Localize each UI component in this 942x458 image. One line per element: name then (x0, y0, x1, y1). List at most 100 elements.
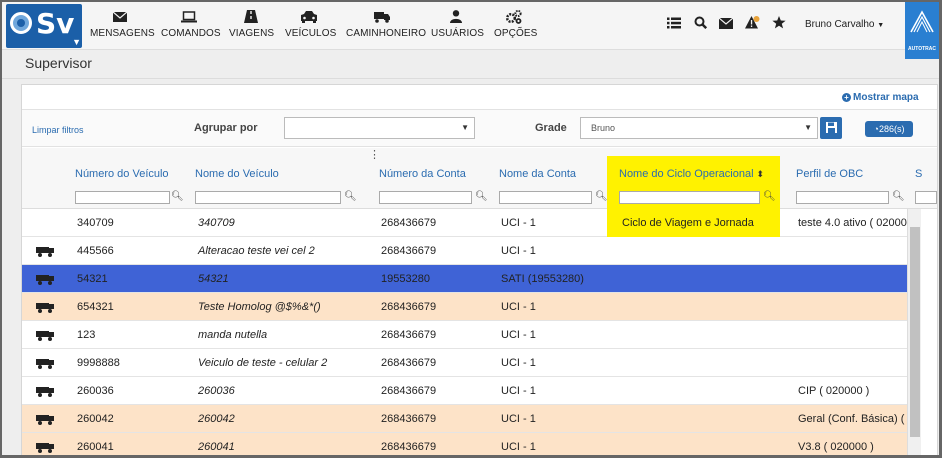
cell-numero: 9998888 (77, 357, 120, 369)
col-header-perfil-obc[interactable]: Perfil de OBC (796, 168, 863, 180)
cell-nome-conta: UCI - 1 (501, 301, 536, 313)
cell-numero: 340709 (77, 217, 114, 229)
cell-nome-conta: UCI - 1 (501, 245, 536, 257)
table-row[interactable]: 260042 260042 268436679 UCI - 1 Geral (Conf.… (22, 405, 907, 433)
nav-mensagens[interactable]: MENSAGENS (90, 10, 155, 39)
table-row[interactable]: 260041 260041 268436679 UCI - 1 V3.8 ( 02000… (22, 433, 907, 455)
search-icon[interactable]: 🔍︎ (344, 191, 357, 202)
envelope-icon[interactable] (718, 16, 734, 32)
filter-input-perfil-obc[interactable] (796, 191, 889, 204)
user-menu[interactable]: Bruno Carvalho ▼ (805, 19, 884, 30)
truck-icon (36, 303, 54, 313)
col-header-numero-veiculo[interactable]: Número do Veículo (75, 168, 169, 180)
search-icon[interactable]: 🔍︎ (595, 191, 608, 202)
filter-input-s[interactable] (915, 191, 937, 204)
vertical-scrollbar[interactable] (907, 209, 921, 455)
cell-nome-conta: UCI - 1 (501, 217, 536, 229)
cell-nome: Alteracao teste vei cel 2 (198, 245, 315, 257)
save-icon (825, 122, 837, 133)
col-header-ciclo-operacional[interactable]: Nome do Ciclo Operacional ⬍ (619, 168, 764, 180)
scrollbar-thumb[interactable] (910, 227, 920, 437)
app-logo[interactable]: Sv ▼ (6, 4, 82, 48)
list-icon[interactable] (667, 16, 681, 32)
cell-numero: 445566 (77, 245, 114, 257)
show-map-link[interactable]: + Mostrar mapa (842, 92, 919, 103)
nav-opcoes[interactable]: OPÇÕES (494, 9, 537, 39)
cell-conta: 268436679 (381, 301, 437, 313)
cell-nome: Veiculo de teste - celular 2 (198, 357, 328, 369)
filter-input-nome-conta[interactable] (499, 191, 592, 204)
nav-label: USUÁRIOS (431, 28, 485, 39)
autotrac-brand-text: AUTOTRAC (908, 46, 936, 52)
autotrac-logo: AUTOTRAC (905, 2, 939, 59)
cell-perfil: Geral (Conf. Básica) ( (798, 413, 905, 425)
show-map-label: Mostrar mapa (853, 92, 919, 103)
cell-numero: 654321 (77, 301, 114, 313)
nav-veiculos[interactable]: VEÍCULOS (285, 10, 336, 39)
search-icon[interactable]: 🔍︎ (763, 191, 776, 202)
cell-conta: 19553280 (381, 273, 430, 285)
save-grid-button[interactable] (820, 117, 842, 139)
sort-icon[interactable]: ⬍ (757, 169, 765, 179)
star-icon[interactable] (772, 16, 786, 32)
cell-nome-conta: UCI - 1 (501, 441, 536, 453)
col-header-nome-conta[interactable]: Nome da Conta (499, 168, 576, 180)
table-row[interactable]: 9998888 Veiculo de teste - celular 2 26843… (22, 349, 907, 377)
search-icon[interactable]: 🔍︎ (475, 191, 488, 202)
table-row[interactable]: 445566 Alteracao teste vei cel 2 268436679… (22, 237, 907, 265)
clear-filters-link[interactable]: Limpar filtros (32, 125, 84, 135)
cell-nome-conta: UCI - 1 (501, 385, 536, 397)
table-row[interactable]: 123 manda nutella 268436679 UCI - 1 (22, 321, 907, 349)
cell-conta: 268436679 (381, 245, 437, 257)
nav-usuarios[interactable]: USUÁRIOS (431, 10, 485, 39)
col-header-numero-conta[interactable]: Número da Conta (379, 168, 466, 180)
cell-perfil: V3.8 ( 020000 ) (798, 441, 874, 453)
col-header-nome-veiculo[interactable]: Nome do Veículo (195, 168, 279, 180)
plus-circle-icon: + (842, 93, 851, 102)
nav-comandos[interactable]: COMANDOS (161, 10, 221, 39)
cell-ciclo: Ciclo de Viagem e Jornada (622, 217, 754, 229)
filter-input-numero-veiculo[interactable] (75, 191, 170, 204)
filter-input-ciclo-operacional[interactable] (619, 191, 760, 204)
table-row[interactable]: 340709 340709 268436679 UCI - 1 Ciclo de Via… (22, 209, 907, 237)
filter-input-nome-veiculo[interactable] (195, 191, 341, 204)
grid-label: Grade (535, 122, 567, 134)
table-row[interactable]: 54321 54321 19553280 SATI (19553280) (22, 265, 907, 293)
table-row[interactable]: 654321 Teste Homolog @$%&*() 268436679 UCI … (22, 293, 907, 321)
user-name: Bruno Carvalho (805, 19, 875, 30)
user-icon (431, 10, 481, 26)
column-resize-handle[interactable]: ⋮ (369, 148, 380, 161)
filter-bar: Limpar filtros Agrupar por ▼ Grade Bruno… (22, 109, 937, 147)
search-icon[interactable] (694, 16, 708, 32)
group-by-select[interactable]: ▼ (284, 117, 475, 139)
cell-conta: 268436679 (381, 357, 437, 369)
cell-nome: 260041 (198, 441, 235, 453)
nav-caminhoneiro[interactable]: CAMINHONEIRO (346, 10, 426, 39)
search-icon[interactable]: 🔍︎ (171, 191, 184, 202)
grid-header: ⋮ Número do Veículo Nome do Veículo Núme… (22, 148, 937, 209)
cell-numero: 260041 (77, 441, 114, 453)
truck-icon (346, 10, 418, 26)
cell-nome-conta: UCI - 1 (501, 413, 536, 425)
table-row[interactable]: 260036 260036 268436679 UCI - 1 CIP ( 020000… (22, 377, 907, 405)
cell-numero: 260042 (77, 413, 114, 425)
warning-icon[interactable] (745, 16, 760, 32)
cell-nome: 54321 (198, 273, 229, 285)
group-by-label: Agrupar por (194, 122, 258, 134)
filter-input-numero-conta[interactable] (379, 191, 472, 204)
truck-icon (36, 359, 54, 369)
grid-select[interactable]: Bruno ▼ (580, 117, 818, 139)
car-icon (285, 10, 333, 26)
cell-numero: 123 (77, 329, 96, 341)
nav-viagens[interactable]: VIAGENS (229, 10, 274, 39)
cell-nome: 340709 (198, 217, 235, 229)
nav-label: COMANDOS (161, 28, 221, 39)
eye-logo-icon (10, 12, 32, 34)
app-window: Sv ▼ MENSAGENS COMANDOS VIAGENS VEÍCULOS… (0, 0, 942, 458)
col-header-s[interactable]: S (915, 168, 922, 180)
search-icon[interactable]: 🔍︎ (892, 191, 905, 202)
chevron-down-icon: ▼ (461, 123, 469, 132)
cell-conta: 268436679 (381, 413, 437, 425)
cell-nome-conta: UCI - 1 (501, 329, 536, 341)
cell-conta: 268436679 (381, 329, 437, 341)
